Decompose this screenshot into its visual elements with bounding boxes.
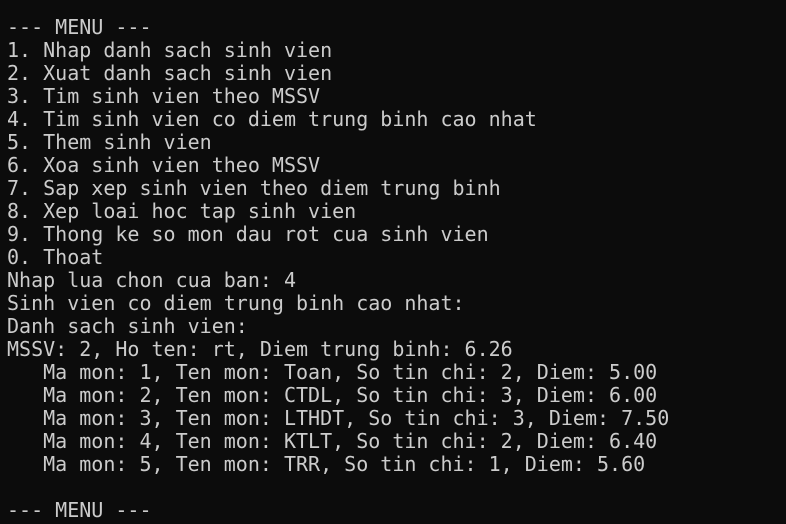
menu-option-0: 0. Thoat [7,245,104,269]
student-list-heading: Danh sach sinh vien: [7,314,248,338]
console-output: --- MENU --- 1. Nhap danh sach sinh vien… [7,16,786,522]
menu-option-9: 9. Thong ke so mon dau rot cua sinh vien [7,222,489,246]
menu-option-7: 7. Sap xep sinh vien theo diem trung bin… [7,176,501,200]
menu-option-6: 6. Xoa sinh vien theo MSSV [7,153,321,177]
result-heading: Sinh vien co diem trung binh cao nhat: [7,291,465,315]
console-window[interactable]: --- MENU --- 1. Nhap danh sach sinh vien… [0,0,786,524]
subject-record: Ma mon: 2, Ten mon: CTDL, So tin chi: 3,… [7,383,658,407]
menu-header: --- MENU --- [7,15,152,39]
subject-record: Ma mon: 4, Ten mon: KTLT, So tin chi: 2,… [7,429,658,453]
subject-record: Ma mon: 1, Ten mon: Toan, So tin chi: 2,… [7,360,658,384]
menu-option-3: 3. Tim sinh vien theo MSSV [7,84,321,108]
subject-record: Ma mon: 3, Ten mon: LTHDT, So tin chi: 3… [7,406,670,430]
menu-option-8: 8. Xep loai hoc tap sinh vien [7,199,357,223]
input-prompt-line: Nhap lua chon cua ban: 4 [7,268,296,292]
menu-option-4: 4. Tim sinh vien co diem trung binh cao … [7,107,537,131]
menu-option-5: 5. Them sinh vien [7,130,212,154]
subject-record: Ma mon: 5, Ten mon: TRR, So tin chi: 1, … [7,452,646,476]
menu-option-1: 1. Nhap danh sach sinh vien [7,38,333,62]
menu-header: --- MENU --- [7,498,152,522]
student-record: MSSV: 2, Ho ten: rt, Diem trung binh: 6.… [7,337,513,361]
menu-option-2: 2. Xuat danh sach sinh vien [7,61,333,85]
